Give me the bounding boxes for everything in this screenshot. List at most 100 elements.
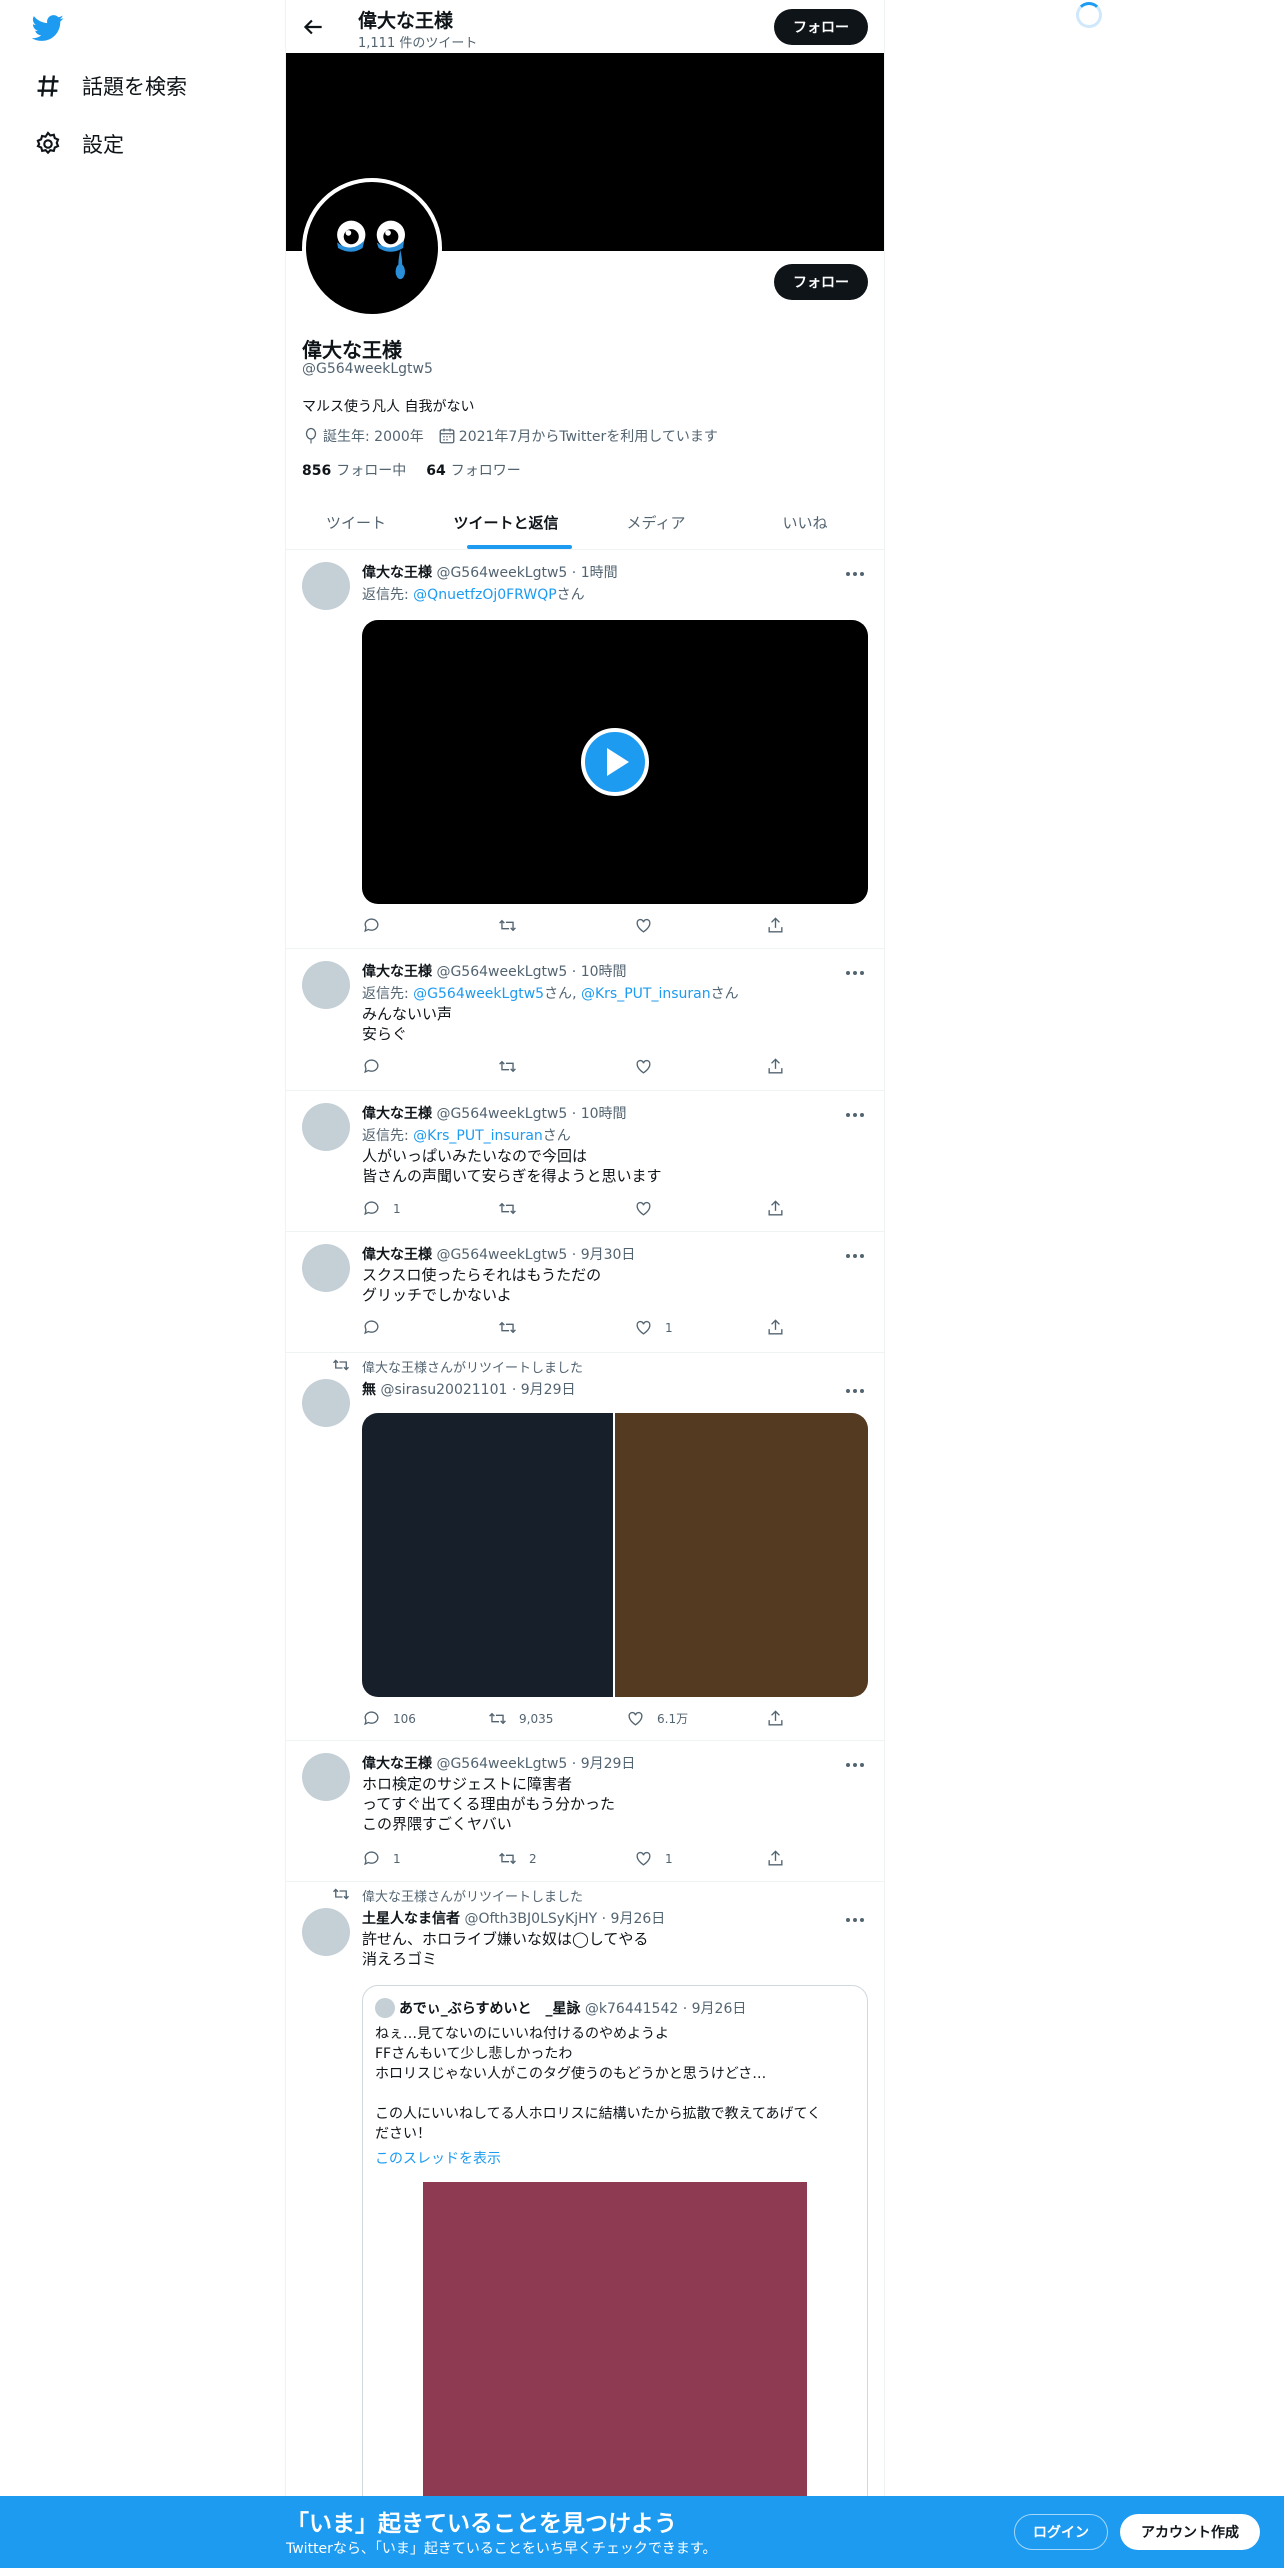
more-icon[interactable]	[844, 1111, 866, 1119]
retweet-button[interactable]	[498, 1199, 529, 1218]
like-button[interactable]	[634, 916, 665, 935]
nav-explore[interactable]: 話題を検索	[34, 66, 187, 106]
tweet-media[interactable]	[362, 1413, 868, 1697]
retweet-button[interactable]	[498, 1318, 529, 1337]
tweet-author[interactable]: 偉大な王様	[362, 964, 432, 980]
tab-tweets-and-replies[interactable]: ツイートと返信	[426, 496, 586, 549]
retweeted-by[interactable]: 偉大な王様さんがリツイートしました	[362, 1886, 583, 1905]
reply-button[interactable]	[362, 1057, 393, 1076]
tweet[interactable]: 偉大な王様 @G564weekLgtw5 · 10時間 返信先: @G564we…	[286, 949, 884, 1091]
media-image-left[interactable]	[362, 1413, 613, 1697]
reply-button[interactable]	[362, 1318, 393, 1337]
like-button[interactable]: 1	[634, 1849, 673, 1868]
tweet[interactable]: 偉大な王様さんがリツイートしました 無 @sirasu20021101 · 9月…	[286, 1353, 884, 1741]
header-follow-button[interactable]: フォロー	[774, 9, 868, 45]
show-thread-link[interactable]: このスレッドを表示	[375, 2148, 501, 2168]
reply-button[interactable]: 106	[362, 1709, 416, 1728]
tweet-time[interactable]: · 10時間	[572, 1106, 627, 1122]
tweet[interactable]: 偉大な王様さんがリツイートしました 土星人なま信者 @Ofth3BJ0LSyKj…	[286, 1882, 884, 2568]
tweet-avatar[interactable]	[302, 562, 350, 610]
tweet-author[interactable]: 無	[362, 1382, 376, 1398]
tweet-handle[interactable]: @sirasu20021101	[380, 1382, 507, 1398]
tweet-avatar[interactable]	[302, 961, 350, 1009]
retweet-button[interactable]: 2	[498, 1849, 537, 1868]
tweet-avatar[interactable]	[302, 1379, 350, 1427]
retweet-button[interactable]	[498, 1057, 529, 1076]
reply-button[interactable]: 1	[362, 1849, 401, 1868]
tweet-handle[interactable]: @G564weekLgtw5	[436, 1247, 567, 1263]
quoted-image[interactable]	[423, 2182, 807, 2546]
login-button[interactable]: ログイン	[1014, 2514, 1108, 2550]
profile-follow-stats: 856 フォロー中 64 フォロワー	[302, 460, 521, 480]
share-button[interactable]	[766, 916, 797, 935]
reply-mention[interactable]: @QnuetfzOj0FRWQP	[413, 587, 556, 603]
tweet-handle[interactable]: @G564weekLgtw5	[436, 1106, 567, 1122]
followers-count: 64	[426, 463, 446, 479]
tweet-handle[interactable]: @Ofth3BJ0LSyKjHY	[464, 1911, 597, 1927]
play-button[interactable]	[581, 728, 649, 796]
reply-button[interactable]: 1	[362, 1199, 401, 1218]
like-button[interactable]: 6.1万	[626, 1709, 688, 1728]
share-button[interactable]	[766, 1199, 797, 1218]
retweeted-by[interactable]: 偉大な王様さんがリツイートしました	[362, 1357, 583, 1376]
quoted-tweet[interactable]: あでぃ_ぶらすめいと _星詠 @k76441542 · 9月26日 ねぇ…見てな…	[362, 1985, 868, 2547]
tweet-author[interactable]: 土星人なま信者	[362, 1911, 460, 1927]
tweet-video[interactable]	[362, 620, 868, 904]
retweet-button[interactable]	[498, 916, 529, 935]
tweet[interactable]: 偉大な王様 @G564weekLgtw5 · 10時間 返信先: @Krs_PU…	[286, 1091, 884, 1232]
tweet-author[interactable]: 偉大な王様	[362, 1106, 432, 1122]
tweet-avatar[interactable]	[302, 1753, 350, 1801]
tweet-time[interactable]: · 1時間	[572, 565, 618, 581]
tweet-time[interactable]: · 9月29日	[572, 1756, 636, 1772]
tweet-handle[interactable]: @G564weekLgtw5	[436, 1756, 567, 1772]
back-arrow-icon[interactable]	[300, 14, 326, 40]
more-icon[interactable]	[844, 1761, 866, 1769]
share-button[interactable]	[766, 1849, 797, 1868]
loading-spinner	[1076, 2, 1102, 28]
balloon-icon	[305, 427, 317, 444]
tweet-avatar[interactable]	[302, 1908, 350, 1956]
more-icon[interactable]	[844, 570, 866, 578]
share-button[interactable]	[766, 1709, 797, 1728]
more-icon[interactable]	[844, 1252, 866, 1260]
like-button[interactable]	[634, 1057, 665, 1076]
reply-mention[interactable]: @G564weekLgtw5	[413, 986, 544, 1002]
tweet-time[interactable]: · 9月29日	[512, 1382, 576, 1398]
tweet-handle[interactable]: @G564weekLgtw5	[436, 964, 567, 980]
signup-button[interactable]: アカウント作成	[1120, 2514, 1260, 2550]
following-link[interactable]: 856 フォロー中	[302, 460, 406, 480]
tweet[interactable]: 偉大な王様 @G564weekLgtw5 · 9月30日 スクスロ使ったらそれは…	[286, 1232, 884, 1353]
tweet[interactable]: 偉大な王様 @G564weekLgtw5 · 9月29日 ホロ検定のサジェストに…	[286, 1741, 884, 1882]
active-tab-indicator	[467, 545, 572, 549]
tweet-handle[interactable]: @G564weekLgtw5	[436, 565, 567, 581]
nav-settings[interactable]: 設定	[34, 124, 124, 164]
profile-avatar[interactable]	[302, 178, 442, 318]
share-button[interactable]	[766, 1057, 797, 1076]
followers-link[interactable]: 64 フォロワー	[426, 460, 520, 480]
tab-media[interactable]: メディア	[586, 496, 726, 549]
tweet-avatar[interactable]	[302, 1244, 350, 1292]
tweet-time[interactable]: · 10時間	[572, 964, 627, 980]
reply-button[interactable]	[362, 916, 393, 935]
more-icon[interactable]	[844, 1916, 866, 1924]
more-icon[interactable]	[844, 969, 866, 977]
tweet[interactable]: 偉大な王様 @G564weekLgtw5 · 1時間 返信先: @Qnuetfz…	[286, 550, 884, 949]
tweet-avatar[interactable]	[302, 1103, 350, 1151]
reply-mention[interactable]: @Krs_PUT_insuran	[581, 986, 711, 1002]
twitter-bird-icon[interactable]	[32, 12, 64, 44]
like-button[interactable]: 1	[634, 1318, 673, 1337]
tweet-author[interactable]: 偉大な王様	[362, 1247, 432, 1263]
profile-follow-button[interactable]: フォロー	[774, 264, 868, 300]
tab-tweets[interactable]: ツイート	[286, 496, 426, 549]
share-button[interactable]	[766, 1318, 797, 1337]
reply-mention[interactable]: @Krs_PUT_insuran	[413, 1128, 543, 1144]
media-image-right[interactable]	[615, 1413, 868, 1697]
tab-likes[interactable]: いいね	[726, 496, 884, 549]
tweet-author[interactable]: 偉大な王様	[362, 565, 432, 581]
tweet-time[interactable]: · 9月26日	[602, 1911, 666, 1927]
like-button[interactable]	[634, 1199, 665, 1218]
tweet-time[interactable]: · 9月30日	[572, 1247, 636, 1263]
retweet-button[interactable]: 9,035	[488, 1709, 553, 1728]
tweet-author[interactable]: 偉大な王様	[362, 1756, 432, 1772]
more-icon[interactable]	[844, 1387, 866, 1395]
